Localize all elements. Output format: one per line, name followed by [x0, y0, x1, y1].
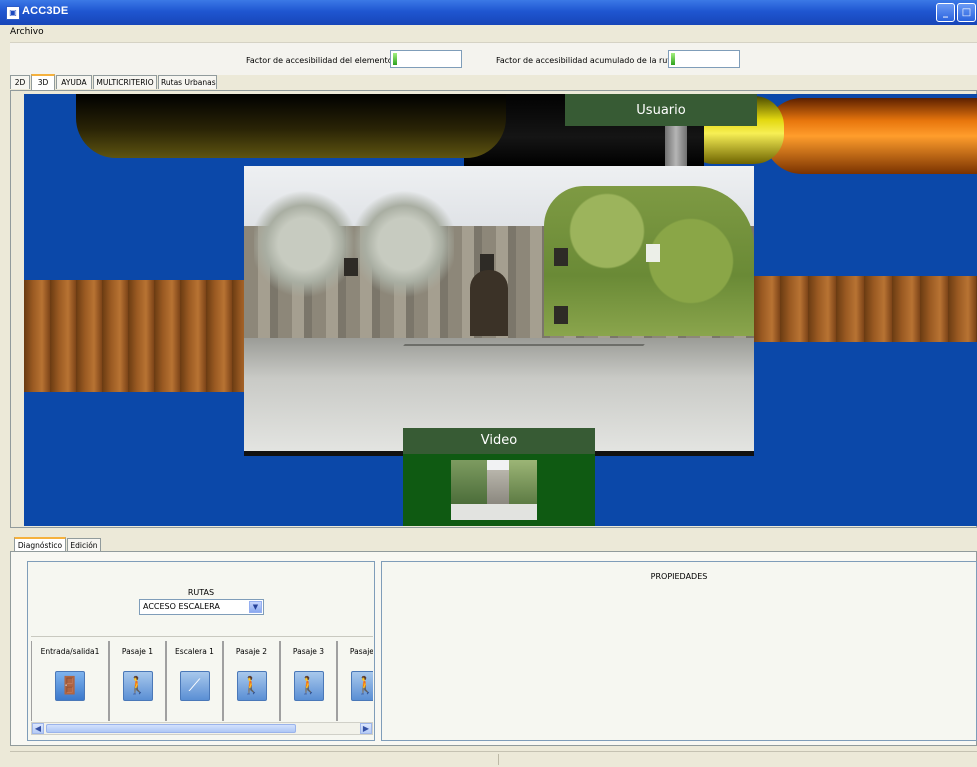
element-accessibility-gauge: [390, 50, 462, 68]
building-window: [554, 248, 568, 266]
route-step[interactable]: Escalera 1 ⟋: [166, 641, 223, 721]
ground-shadow: [403, 344, 645, 346]
user-panel[interactable]: Usuario: [565, 94, 757, 126]
routes-panel: RUTAS ACCESO ESCALERA ▼ Entrada/salida1 …: [27, 561, 375, 741]
route-step[interactable]: Pasaje 2 🚶: [223, 641, 280, 721]
door-icon: 🚪: [55, 671, 85, 701]
route-select-value: ACCESO ESCALERA: [143, 602, 220, 611]
route-accessibility-fill: [671, 53, 675, 65]
orange-tube: [764, 98, 977, 174]
route-accessibility-label: Factor de accesibilidad acumulado de la …: [496, 56, 676, 65]
walking-person-icon: 🚶: [350, 671, 373, 701]
walking-person-icon: 🚶: [122, 671, 153, 701]
walking-person-icon: 🚶: [293, 671, 324, 701]
stairs-icon: ⟋: [179, 671, 210, 701]
route-step[interactable]: Entrada/salida1 🚪: [31, 641, 109, 721]
wooden-beam-right: [752, 276, 977, 342]
accessibility-bar: Factor de accesibilidad del elemento Fac…: [10, 42, 977, 75]
menu-bar: Archivo: [0, 25, 977, 39]
3d-viewport[interactable]: Usuario Video: [24, 94, 977, 526]
status-bar: [10, 751, 977, 767]
tab-2d[interactable]: 2D: [10, 75, 30, 89]
properties-label: PROPIEDADES: [650, 572, 708, 581]
scroll-right-icon[interactable]: ▶: [360, 723, 372, 734]
courtyard-photo: [244, 166, 754, 454]
route-select[interactable]: ACCESO ESCALERA ▼: [139, 599, 264, 615]
scrollbar-thumb[interactable]: [46, 724, 296, 733]
routes-label: RUTAS: [187, 588, 215, 597]
tab-3d[interactable]: 3D: [31, 74, 55, 90]
route-steps-scrollbar[interactable]: ◀ ▶: [31, 722, 373, 735]
status-separator: [498, 754, 499, 765]
tab-rutas-urbanas[interactable]: Rutas Urbanas: [158, 75, 217, 89]
video-thumbnail[interactable]: [451, 460, 537, 520]
wooden-beam-left: [24, 280, 264, 392]
thumb-building: [487, 470, 509, 504]
title-bar: ▣ ACC3DE _ □: [0, 0, 977, 25]
stone-archway: [470, 270, 508, 336]
route-step-label: Pasaje 3: [292, 647, 325, 656]
chevron-down-icon[interactable]: ▼: [249, 601, 262, 613]
video-panel[interactable]: Video: [403, 428, 595, 526]
app-icon: ▣: [6, 6, 20, 20]
walking-person-icon: 🚶: [236, 671, 267, 701]
route-step-label: Escalera 1: [175, 647, 214, 656]
window-title: ACC3DE: [22, 5, 69, 17]
building-window: [554, 306, 568, 324]
route-step[interactable]: Pasaje 4 🚶: [337, 641, 373, 721]
tree: [254, 174, 354, 314]
route-step-label: Pasaje 4: [349, 647, 373, 656]
thumb-tree-left: [451, 460, 487, 504]
scroll-left-icon[interactable]: ◀: [32, 723, 44, 734]
video-title: Video: [403, 428, 595, 454]
route-step[interactable]: Pasaje 3 🚶: [280, 641, 337, 721]
route-step-label: Pasaje 1: [121, 647, 154, 656]
route-accessibility-gauge: [668, 50, 740, 68]
tab-ayuda[interactable]: AYUDA: [56, 75, 92, 89]
route-step-label: Pasaje 2: [235, 647, 268, 656]
maximize-button[interactable]: □: [957, 3, 976, 22]
menu-archivo[interactable]: Archivo: [10, 27, 44, 37]
route-step-label: Entrada/salida1: [40, 647, 100, 656]
route-steps-strip: Entrada/salida1 🚪 Pasaje 1 🚶 Escalera 1 …: [31, 636, 373, 721]
building-window: [646, 244, 660, 262]
thumb-tree-right: [509, 460, 537, 504]
minimize-button[interactable]: _: [936, 3, 955, 22]
dark-tube-left: [76, 94, 506, 158]
building-window: [344, 258, 358, 276]
route-step[interactable]: Pasaje 1 🚶: [109, 641, 166, 721]
tab-multicriterio[interactable]: MULTICRITERIO: [93, 75, 157, 89]
properties-panel: PROPIEDADES: [381, 561, 977, 741]
tab-edicion[interactable]: Edición: [67, 538, 101, 552]
element-accessibility-fill: [393, 53, 397, 65]
element-accessibility-label: Factor de accesibilidad del elemento: [246, 56, 393, 65]
thumb-ground: [451, 504, 537, 520]
tree: [354, 174, 454, 314]
